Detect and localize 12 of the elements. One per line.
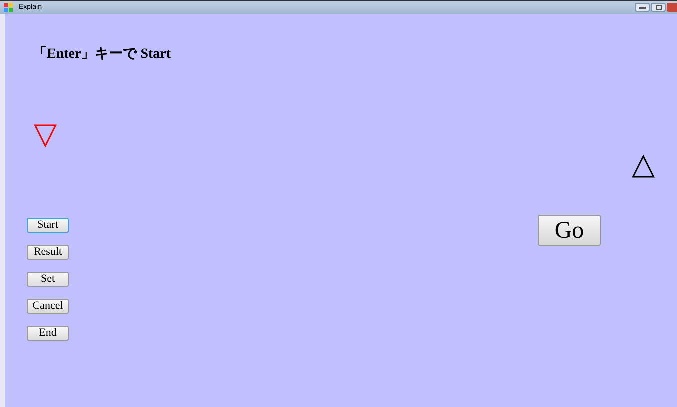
form-button[interactable]: Set: [27, 272, 69, 287]
minimize-button[interactable]: [635, 3, 650, 12]
up-triangle-marker: △: [632, 150, 655, 180]
restore-button[interactable]: [651, 3, 666, 12]
go-button[interactable]: Go: [538, 215, 601, 246]
instruction-text: 「Enter」キーで Start: [33, 47, 172, 62]
form-button[interactable]: Start: [27, 218, 69, 233]
form-button[interactable]: Result: [27, 245, 69, 260]
down-triangle-marker: ▽: [34, 120, 57, 150]
form-button[interactable]: Cancel: [27, 299, 69, 314]
form-button[interactable]: End: [27, 326, 69, 341]
app-icon: [4, 3, 13, 12]
